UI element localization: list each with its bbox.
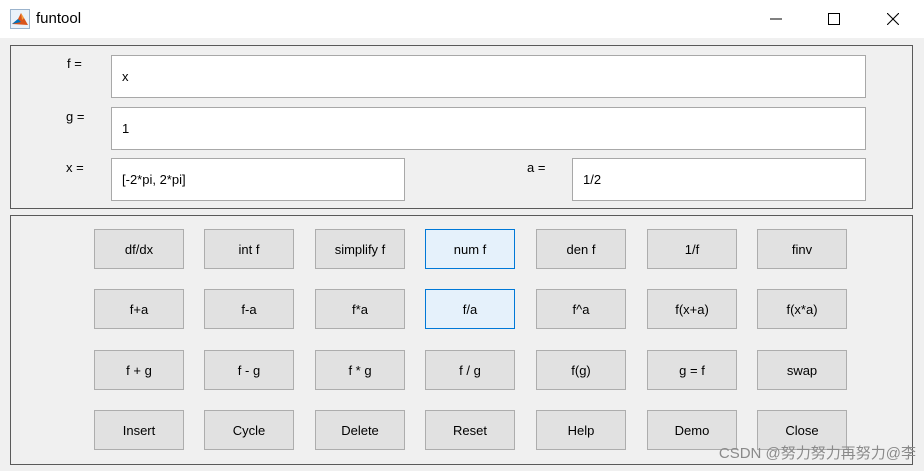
insert-button[interactable]: Insert: [94, 410, 184, 450]
df-dx-button[interactable]: df/dx: [94, 229, 184, 269]
finv-button[interactable]: finv: [757, 229, 847, 269]
maximize-icon: [828, 13, 840, 25]
int-f-button[interactable]: int f: [204, 229, 294, 269]
f-minus-a-button[interactable]: f-a: [204, 289, 294, 329]
simplify-f-button[interactable]: simplify f: [315, 229, 405, 269]
num-f-button[interactable]: num f: [425, 229, 515, 269]
f-label: f =: [67, 56, 82, 71]
f-plus-a-button[interactable]: f+a: [94, 289, 184, 329]
f-scale-a-button[interactable]: f(x*a): [757, 289, 847, 329]
reciprocal-f-button[interactable]: 1/f: [647, 229, 737, 269]
a-label: a =: [527, 160, 546, 175]
g-label: g =: [66, 109, 85, 124]
cycle-button[interactable]: Cycle: [204, 410, 294, 450]
g-equals-f-button[interactable]: g = f: [647, 350, 737, 390]
close-icon: [887, 13, 899, 25]
window-title: funtool: [36, 10, 82, 27]
f-of-g-button[interactable]: f(g): [536, 350, 626, 390]
watermark: CSDN @努力努力再努力@李: [718, 445, 916, 462]
g-input[interactable]: 1: [111, 107, 866, 150]
close-window-button[interactable]: [864, 0, 922, 38]
reset-button[interactable]: Reset: [425, 410, 515, 450]
swap-button[interactable]: swap: [757, 350, 847, 390]
delete-button[interactable]: Delete: [315, 410, 405, 450]
x-label: x =: [66, 160, 84, 175]
title-bar: funtool: [0, 0, 924, 38]
f-minus-g-button[interactable]: f - g: [204, 350, 294, 390]
minimize-button[interactable]: [747, 0, 805, 38]
f-times-a-button[interactable]: f*a: [315, 289, 405, 329]
matlab-icon: [10, 9, 30, 29]
a-input[interactable]: 1/2: [572, 158, 866, 201]
minimize-icon: [770, 18, 782, 20]
f-div-g-button[interactable]: f / g: [425, 350, 515, 390]
x-input[interactable]: [-2*pi, 2*pi]: [111, 158, 405, 201]
f-shift-a-button[interactable]: f(x+a): [647, 289, 737, 329]
help-button[interactable]: Help: [536, 410, 626, 450]
f-input[interactable]: x: [111, 55, 866, 98]
f-pow-a-button[interactable]: f^a: [536, 289, 626, 329]
f-times-g-button[interactable]: f * g: [315, 350, 405, 390]
f-div-a-button[interactable]: f/a: [425, 289, 515, 329]
f-plus-g-button[interactable]: f + g: [94, 350, 184, 390]
maximize-button[interactable]: [805, 0, 863, 38]
den-f-button[interactable]: den f: [536, 229, 626, 269]
